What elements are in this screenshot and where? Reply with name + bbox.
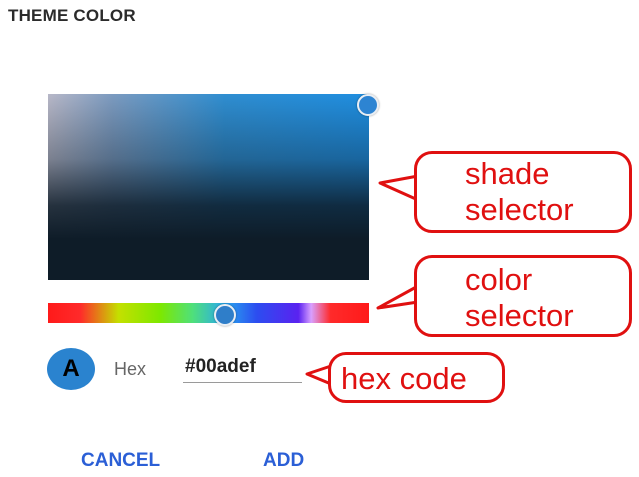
callout-text: hex code	[341, 361, 467, 396]
hex-label: Hex	[114, 359, 147, 379]
hue-slider-handle[interactable]	[214, 304, 236, 326]
callout-text: selector	[465, 298, 574, 333]
callout-text: selector	[465, 192, 574, 227]
callout-text: shade	[465, 156, 550, 191]
hex-code-callout: hex code	[328, 352, 505, 403]
hex-input[interactable]	[183, 352, 302, 383]
hue-slider[interactable]	[48, 303, 369, 323]
avatar-letter: A	[62, 355, 80, 382]
shade-selector-handle[interactable]	[357, 94, 379, 116]
shade-selector[interactable]	[48, 94, 369, 280]
cancel-button[interactable]: CANCEL	[81, 450, 160, 472]
color-selector-callout: color selector	[414, 255, 632, 337]
add-button[interactable]: ADD	[263, 450, 304, 472]
callout-text: color	[465, 262, 533, 297]
dialog-title: THEME COLOR	[8, 6, 136, 25]
shade-selector-callout: shade selector	[414, 151, 632, 233]
color-preview-avatar: A	[47, 348, 95, 390]
